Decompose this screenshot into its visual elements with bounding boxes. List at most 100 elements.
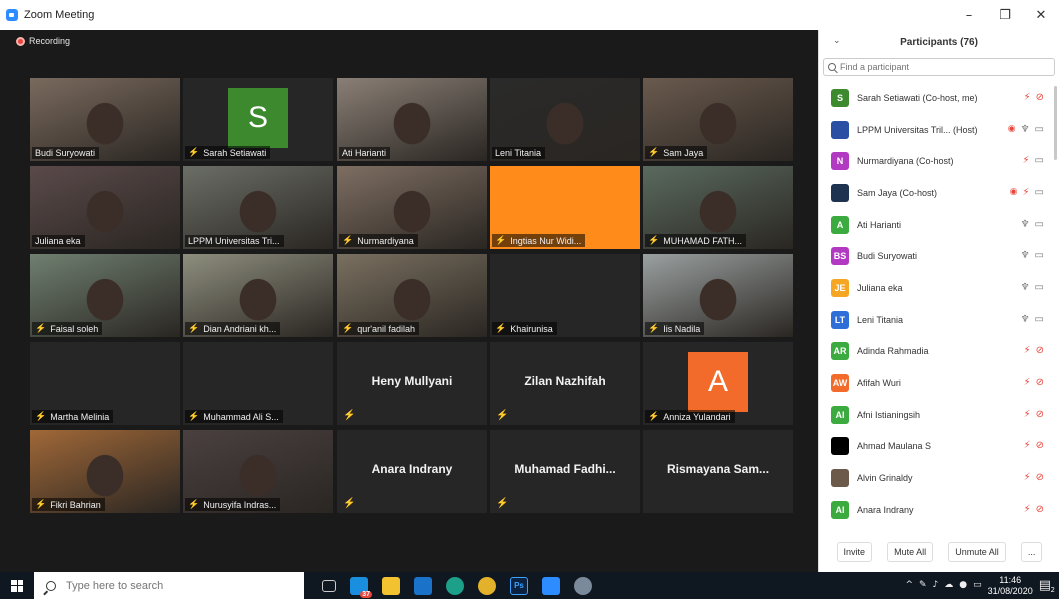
mic-off-icon[interactable]: ⚡ (1024, 441, 1031, 451)
pen-icon[interactable]: ✎ (919, 581, 927, 590)
battery-icon[interactable]: ▭ (973, 581, 982, 590)
participant-row[interactable]: Alvin Grinaldy ⚡ ⊘ (819, 462, 1059, 494)
recording-indicator[interactable]: Recording (16, 36, 70, 46)
mic-off-icon[interactable]: ⚡ (1024, 346, 1031, 356)
mic-off-icon[interactable]: ⚡ (1024, 504, 1031, 515)
video-tile[interactable]: ⚡ Iis Nadila (643, 254, 793, 337)
windows-start-button[interactable] (0, 572, 34, 599)
mute-all-button[interactable]: Mute All (887, 542, 934, 562)
video-tile[interactable]: ⚡ Ingtias Nur Widi... (490, 166, 640, 249)
microphone-icon[interactable]: ♆ (1021, 124, 1030, 135)
taskbar-search-input[interactable] (66, 579, 266, 592)
participant-row[interactable]: LT Leni Titania ♆ ▭ (819, 304, 1059, 336)
task-view-icon[interactable] (322, 579, 336, 592)
video-tile[interactable]: ⚡ Faisal soleh (30, 254, 180, 337)
participant-search-input[interactable] (840, 62, 1020, 72)
mic-off-icon[interactable]: ⚡ (1024, 92, 1031, 103)
taskbar-search[interactable] (34, 572, 304, 599)
participant-row[interactable]: AW Afifah Wuri ⚡ ⊘ (819, 367, 1059, 399)
photoshop-icon[interactable]: Ps (510, 576, 528, 595)
volume-icon[interactable]: ♪ (933, 581, 939, 590)
video-camera-icon[interactable]: ▭ (1035, 156, 1044, 166)
microphone-active-icon[interactable]: ♆ (1021, 282, 1030, 293)
video-camera-icon[interactable]: ▭ (1035, 187, 1044, 198)
video-tile[interactable]: ⚡ qur'anil fadilah (337, 254, 487, 337)
video-camera-icon[interactable]: ▭ (1035, 251, 1044, 261)
video-off-icon[interactable]: ⊘ (1036, 441, 1044, 451)
video-tile[interactable]: ⚡ Nurusyifa Indras... (183, 430, 333, 513)
video-tile[interactable]: ⚡ Khairunisa (490, 254, 640, 337)
video-tile[interactable]: ⚡ Martha Melinia (30, 342, 180, 425)
video-off-icon[interactable]: ⊘ (1036, 346, 1044, 356)
participant-row[interactable]: AR Adinda Rahmadia ⚡ ⊘ (819, 336, 1059, 368)
recording-icon[interactable]: ◉ (1008, 125, 1016, 134)
video-tile[interactable]: ⚡ Nurmardiyana (337, 166, 487, 249)
invite-button[interactable]: Invite (836, 542, 873, 562)
participant-row[interactable]: JE Juliana eka ♆ ▭ (819, 272, 1059, 304)
microphone-icon[interactable]: ♆ (1021, 314, 1030, 325)
video-tile[interactable]: A ⚡ Anniza Yulandari (643, 342, 793, 425)
video-off-icon[interactable]: ⊘ (1036, 409, 1044, 420)
mic-off-icon[interactable]: ⚡ (1024, 473, 1031, 483)
recording-icon[interactable]: ◉ (1010, 188, 1018, 197)
mic-off-icon[interactable]: ⚡ (1023, 156, 1030, 166)
mic-off-icon[interactable]: ⚡ (1024, 409, 1031, 420)
clock[interactable]: 11:46 31/08/2020 (988, 575, 1033, 597)
microphone-icon[interactable]: ♆ (1021, 251, 1030, 261)
video-tile[interactable]: Budi Suryowati (30, 78, 180, 161)
mic-off-icon[interactable]: ⚡ (1023, 187, 1030, 198)
minimize-button[interactable]: – (951, 0, 987, 30)
video-tile[interactable]: Juliana eka (30, 166, 180, 249)
participant-row[interactable]: AI Anara Indrany ⚡ ⊘ (819, 494, 1059, 526)
video-tile[interactable]: Heny Mullyani ⚡ (337, 342, 487, 425)
video-off-icon[interactable]: ⊘ (1036, 473, 1044, 483)
video-camera-icon[interactable]: ▭ (1035, 282, 1044, 293)
chevron-up-icon[interactable]: ^ (905, 581, 913, 590)
participant-row[interactable]: LPPM Universitas Tril... (Host) ◉ ♆ ▭ (819, 114, 1059, 146)
unmute-all-button[interactable]: Unmute All (948, 542, 1006, 562)
mail-icon[interactable] (414, 576, 432, 595)
video-tile[interactable]: ⚡ Muhammad Ali S... (183, 342, 333, 425)
video-tile[interactable]: ⚡ Sam Jaya (643, 78, 793, 161)
participant-list-scrollbar[interactable] (1054, 86, 1057, 160)
video-tile[interactable]: Leni Titania (490, 78, 640, 161)
app-icon[interactable] (574, 576, 592, 595)
video-tile[interactable]: Anara Indrany ⚡ (337, 430, 487, 513)
participant-row[interactable]: Ahmad Maulana S ⚡ ⊘ (819, 431, 1059, 463)
video-tile[interactable]: Muhamad Fadhi... ⚡ (490, 430, 640, 513)
participant-row[interactable]: AI Afni Istianingsih ⚡ ⊘ (819, 399, 1059, 431)
video-camera-icon[interactable]: ▭ (1035, 314, 1044, 325)
participant-row[interactable]: N Nurmardiyana (Co-host) ⚡ ▭ (819, 145, 1059, 177)
more-options-button[interactable]: ... (1020, 542, 1043, 562)
chrome-icon[interactable] (478, 576, 496, 595)
video-tile[interactable]: Ati Harianti (337, 78, 487, 161)
cloud-icon[interactable]: ☁ (944, 581, 953, 590)
microphone-icon[interactable]: ♆ (1021, 219, 1030, 230)
video-tile[interactable]: Zilan Nazhifah ⚡ (490, 342, 640, 425)
microphone-icon[interactable]: ● (959, 581, 967, 590)
messenger-icon[interactable]: 37 (350, 576, 372, 598)
video-camera-icon[interactable]: ▭ (1035, 219, 1044, 230)
video-tile[interactable]: LPPM Universitas Tri... (183, 166, 333, 249)
video-camera-icon[interactable]: ▭ (1035, 124, 1044, 135)
edge-icon[interactable] (446, 576, 464, 595)
participant-row[interactable]: A Ati Harianti ♆ ▭ (819, 209, 1059, 241)
video-tile[interactable]: ⚡ Fikri Bahrian (30, 430, 180, 513)
video-tile[interactable]: S ⚡ Sarah Setiawati (183, 78, 333, 161)
participant-search[interactable] (823, 58, 1055, 76)
video-tile[interactable]: ⚡ Dian Andriani kh... (183, 254, 333, 337)
mic-off-icon[interactable]: ⚡ (1024, 378, 1031, 388)
video-tile[interactable]: Rismayana Sam... (643, 430, 793, 513)
participant-row[interactable]: Sam Jaya (Co-host) ◉ ⚡ ▭ (819, 177, 1059, 209)
video-off-icon[interactable]: ⊘ (1036, 92, 1044, 103)
video-off-icon[interactable]: ⊘ (1036, 378, 1044, 388)
video-tile[interactable]: ⚡ MUHAMAD FATH... (643, 166, 793, 249)
notification-icon[interactable]: ▤ 2 (1039, 579, 1055, 594)
chevron-down-icon[interactable]: ⌄ (833, 36, 841, 46)
video-off-icon[interactable]: ⊘ (1036, 504, 1044, 515)
close-button[interactable]: ✕ (1023, 0, 1059, 30)
restore-button[interactable]: ❐ (987, 0, 1023, 30)
zoom-icon[interactable] (542, 576, 560, 595)
participant-row[interactable]: S Sarah Setiawati (Co-host, me) ⚡ ⊘ (819, 82, 1059, 114)
file-explorer-icon[interactable] (382, 576, 400, 595)
